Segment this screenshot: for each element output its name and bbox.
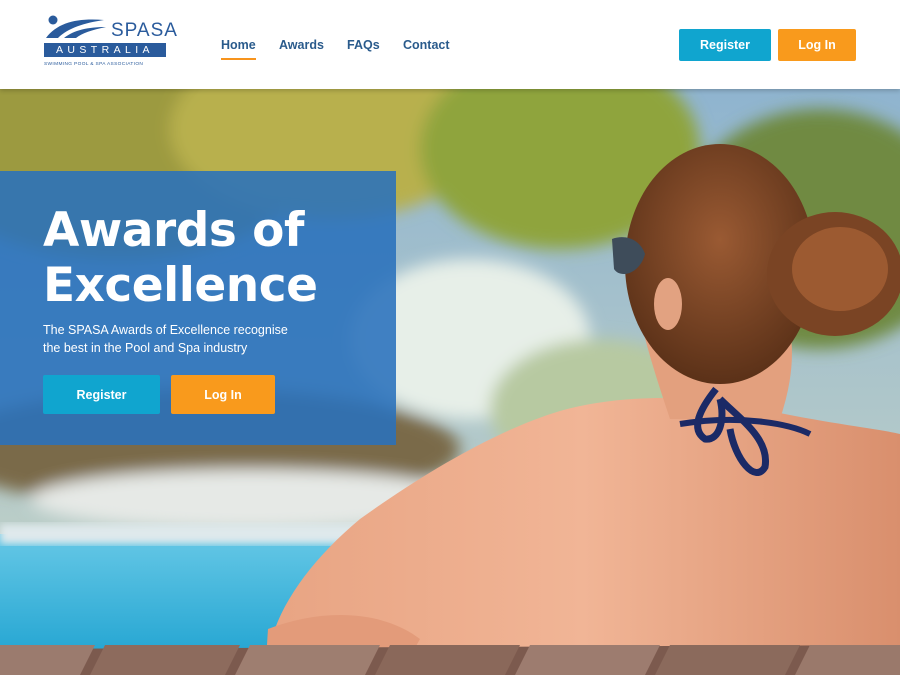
hero-subtitle: The SPASA Awards of Excellence recognise… bbox=[43, 321, 303, 357]
hero-title: Awards of Excellence bbox=[43, 203, 383, 313]
spasa-logo[interactable]: SPASA AUSTRALIA SWIMMING POOL & SPA ASSO… bbox=[44, 14, 177, 70]
header-register-button[interactable]: Register bbox=[679, 29, 771, 61]
logo-country: AUSTRALIA bbox=[44, 43, 166, 57]
nav-awards[interactable]: Awards bbox=[279, 38, 324, 52]
logo-tagline: SWIMMING POOL & SPA ASSOCIATION bbox=[44, 62, 144, 67]
hero-subtitle-line-1: The SPASA Awards of Excellence recognise bbox=[43, 323, 288, 337]
site-header: SPASA AUSTRALIA SWIMMING POOL & SPA ASSO… bbox=[0, 0, 900, 89]
nav-contact[interactable]: Contact bbox=[403, 38, 450, 52]
header-login-button[interactable]: Log In bbox=[778, 29, 856, 61]
swimmer-logo-icon bbox=[46, 15, 106, 38]
hero-login-button[interactable]: Log In bbox=[171, 375, 275, 414]
logo-name: SPASA bbox=[111, 20, 178, 41]
hero-title-line-1: Awards of bbox=[43, 203, 304, 258]
hero-title-line-2: Excellence bbox=[43, 258, 318, 313]
hero-card: Awards of Excellence The SPASA Awards of… bbox=[0, 171, 396, 445]
hero-register-button[interactable]: Register bbox=[43, 375, 160, 414]
hero-section: Awards of Excellence The SPASA Awards of… bbox=[0, 89, 900, 675]
nav-faqs[interactable]: FAQs bbox=[347, 38, 380, 52]
hero-subtitle-line-2: the best in the Pool and Spa industry bbox=[43, 341, 248, 355]
nav-home[interactable]: Home bbox=[221, 38, 256, 60]
